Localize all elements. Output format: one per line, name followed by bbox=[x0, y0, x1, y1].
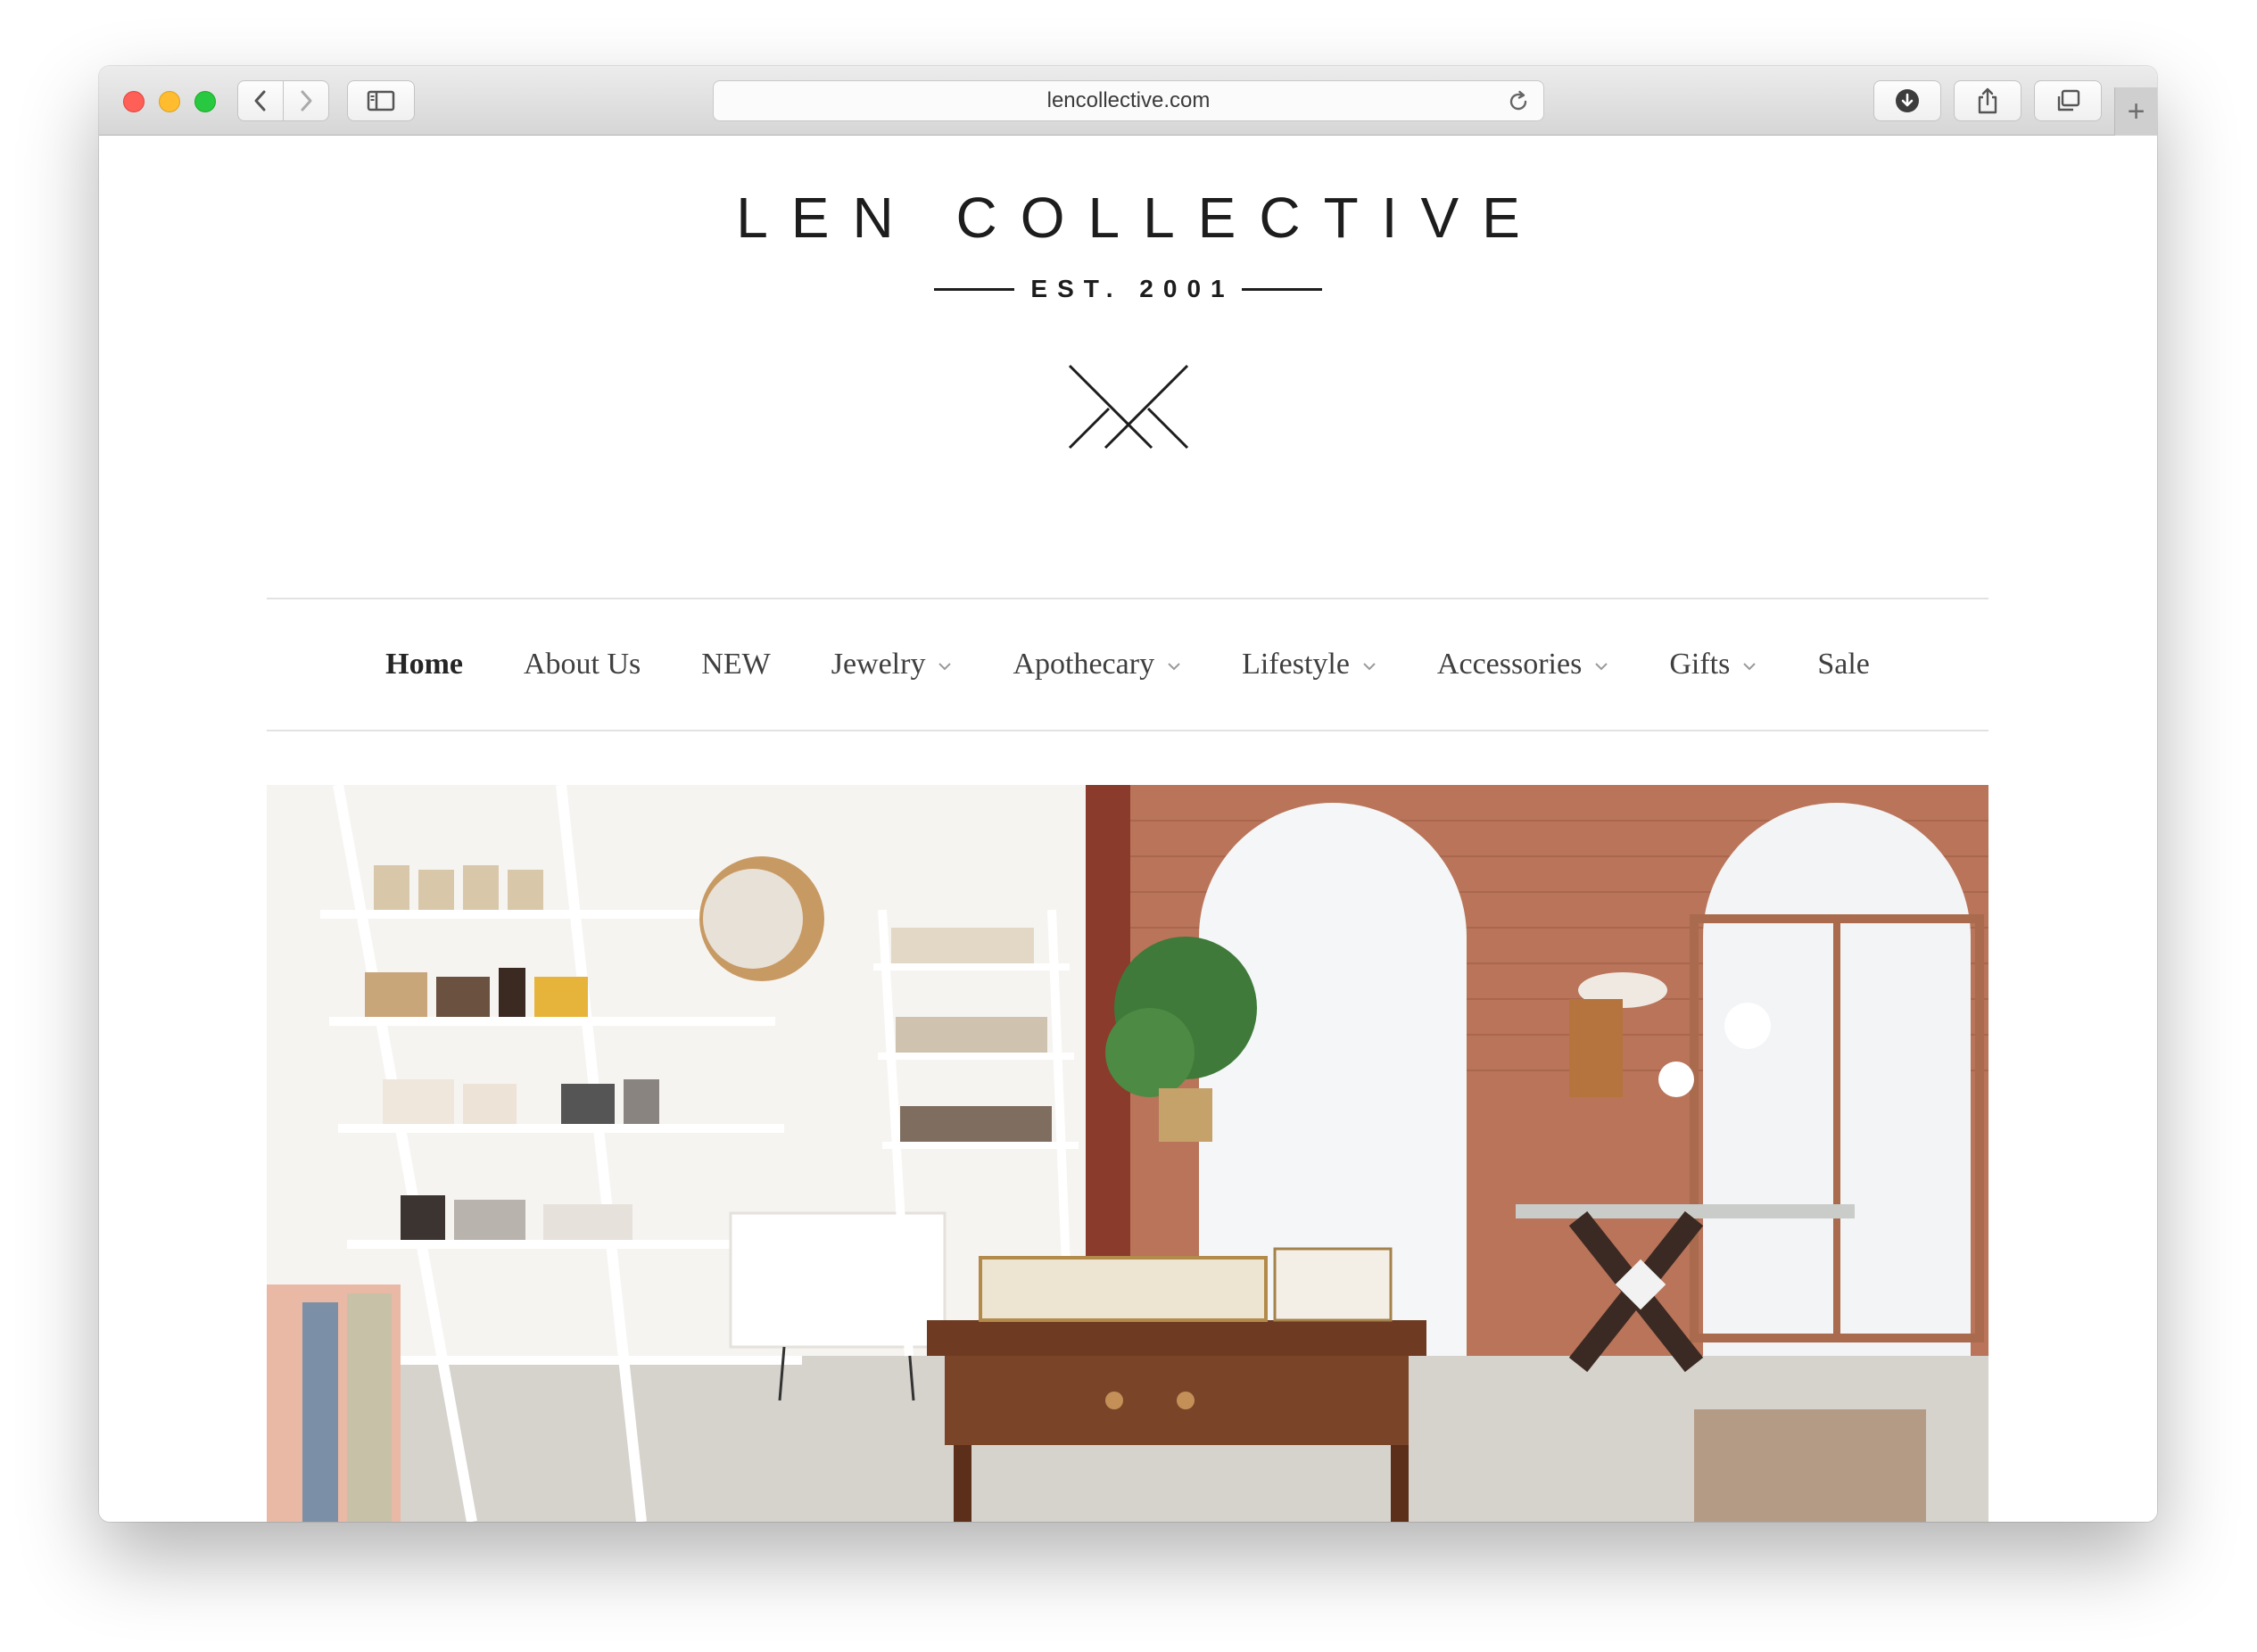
chevron-left-icon bbox=[254, 90, 266, 112]
url-text: lencollective.com bbox=[1046, 88, 1211, 112]
browser-window: lencollective.com + LEN COLLECTIVE EST. … bbox=[99, 66, 2157, 1522]
nav-item-new[interactable]: NEW bbox=[701, 648, 770, 681]
download-icon bbox=[1896, 89, 1919, 112]
chevron-down-icon bbox=[1595, 663, 1608, 671]
crossed-lines-logo-icon[interactable] bbox=[1068, 364, 1189, 450]
established-text: EST. 2001 bbox=[1030, 275, 1235, 302]
chevron-down-icon bbox=[938, 663, 952, 671]
reload-icon[interactable] bbox=[1506, 89, 1531, 114]
site-brand[interactable]: LEN COLLECTIVE bbox=[99, 185, 2157, 251]
forward-button[interactable] bbox=[283, 80, 329, 121]
nav-item-jewelry[interactable]: Jewelry bbox=[831, 648, 953, 681]
nav-item-label: About Us bbox=[524, 648, 641, 681]
web-page: LEN COLLECTIVE EST. 2001 Home About Us N… bbox=[99, 136, 2157, 1522]
nav-item-label: NEW bbox=[701, 648, 771, 681]
chevron-right-icon bbox=[301, 90, 312, 112]
downloads-button[interactable] bbox=[1873, 80, 1941, 121]
nav-item-apothecary[interactable]: Apothecary bbox=[1013, 648, 1181, 681]
address-bar[interactable]: lencollective.com bbox=[713, 80, 1544, 121]
store-interior-illustration bbox=[267, 785, 1988, 1522]
hero-image bbox=[267, 785, 1988, 1522]
nav-item-label: Gifts bbox=[1669, 648, 1731, 681]
minimize-window-button[interactable] bbox=[159, 91, 180, 112]
main-navigation: Home About Us NEW Jewelry Apothecary Lif… bbox=[267, 599, 1988, 730]
nav-item-label: Accessories bbox=[1436, 648, 1583, 681]
nav-item-label: Jewelry bbox=[831, 648, 926, 681]
divider bbox=[1241, 287, 1322, 291]
nav-item-about-us[interactable]: About Us bbox=[524, 648, 641, 681]
sidebar-icon bbox=[367, 90, 395, 112]
browser-toolbar: lencollective.com + bbox=[99, 66, 2157, 136]
nav-item-label: Apothecary bbox=[1013, 648, 1155, 681]
new-tab-button[interactable]: + bbox=[2114, 87, 2157, 136]
established-line: EST. 2001 bbox=[99, 275, 2157, 303]
nav-item-label: Sale bbox=[1817, 648, 1870, 681]
share-button[interactable] bbox=[1954, 80, 2021, 121]
nav-bottom-divider bbox=[267, 730, 1988, 731]
back-button[interactable] bbox=[237, 80, 284, 121]
chevron-down-icon bbox=[1743, 663, 1757, 671]
chevron-down-icon bbox=[1363, 663, 1376, 671]
nav-item-sale[interactable]: Sale bbox=[1817, 648, 1870, 681]
nav-item-label: Lifestyle bbox=[1242, 648, 1350, 681]
tabs-icon bbox=[2057, 89, 2080, 112]
nav-item-home[interactable]: Home bbox=[385, 648, 463, 681]
divider bbox=[934, 287, 1015, 291]
zoom-window-button[interactable] bbox=[194, 91, 216, 112]
chevron-down-icon bbox=[1168, 663, 1180, 671]
nav-item-lifestyle[interactable]: Lifestyle bbox=[1242, 648, 1377, 681]
nav-item-accessories[interactable]: Accessories bbox=[1437, 648, 1608, 681]
nav-item-gifts[interactable]: Gifts bbox=[1669, 648, 1757, 681]
sidebar-toggle-button[interactable] bbox=[347, 80, 415, 121]
nav-item-label: Home bbox=[385, 648, 463, 681]
close-window-button[interactable] bbox=[123, 91, 145, 112]
share-icon bbox=[1978, 87, 1997, 114]
show-tabs-button[interactable] bbox=[2034, 80, 2102, 121]
